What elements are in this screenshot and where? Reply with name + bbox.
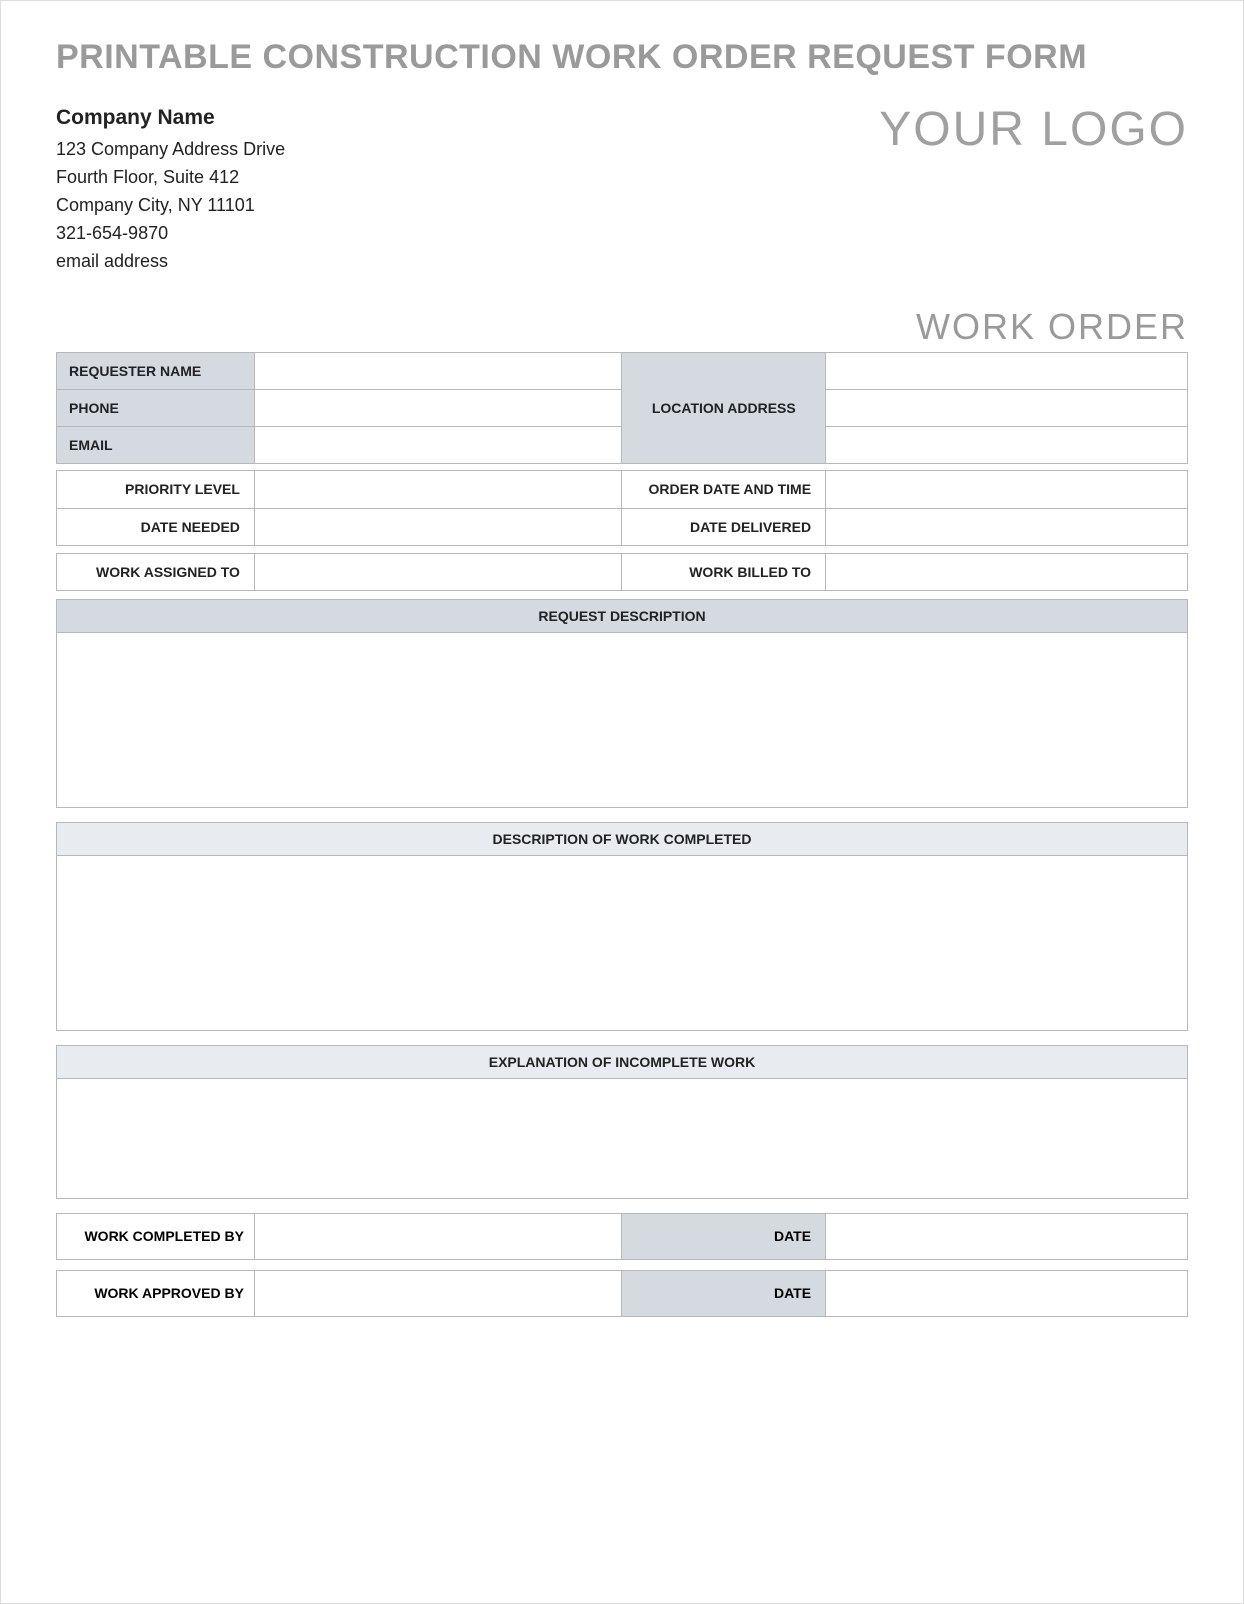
input-requester-name[interactable] <box>254 352 622 389</box>
label-work-completed-by: WORK COMPLETED BY <box>57 1213 255 1259</box>
label-order-date-time: ORDER DATE AND TIME <box>622 470 826 508</box>
label-phone: PHONE <box>57 389 255 426</box>
label-work-billed-to: WORK BILLED TO <box>622 553 826 590</box>
company-phone: 321-654-9870 <box>56 220 285 248</box>
header-incomplete-explanation: EXPLANATION OF INCOMPLETE WORK <box>57 1045 1188 1078</box>
input-incomplete-explanation[interactable] <box>57 1078 1188 1198</box>
label-email: EMAIL <box>57 426 255 463</box>
details-table: PRIORITY LEVEL ORDER DATE AND TIME DATE … <box>56 470 1188 591</box>
label-completed-date: DATE <box>622 1213 826 1259</box>
work-order-heading: WORK ORDER <box>56 306 1188 348</box>
header-row: Company Name 123 Company Address Drive F… <box>56 102 1188 276</box>
work-order-form-page: PRINTABLE CONSTRUCTION WORK ORDER REQUES… <box>0 0 1244 1604</box>
logo-block: YOUR LOGO <box>879 102 1188 157</box>
input-work-billed-to[interactable] <box>826 553 1188 590</box>
input-work-completed-by[interactable] <box>254 1213 622 1259</box>
label-requester-name: REQUESTER NAME <box>57 352 255 389</box>
input-date-needed[interactable] <box>254 508 622 545</box>
input-email[interactable] <box>254 426 622 463</box>
incomplete-work-section: EXPLANATION OF INCOMPLETE WORK <box>56 1045 1188 1199</box>
logo-placeholder: YOUR LOGO <box>879 102 1188 157</box>
company-name: Company Name <box>56 102 285 135</box>
input-work-completed-desc[interactable] <box>57 855 1188 1030</box>
input-location-address-2[interactable] <box>826 389 1188 426</box>
input-location-address-1[interactable] <box>826 352 1188 389</box>
label-priority-level: PRIORITY LEVEL <box>57 470 255 508</box>
input-request-description[interactable] <box>57 632 1188 807</box>
input-priority-level[interactable] <box>254 470 622 508</box>
requester-table: REQUESTER NAME LOCATION ADDRESS PHONE EM… <box>56 352 1188 464</box>
company-address-line1: 123 Company Address Drive <box>56 136 285 164</box>
input-work-approved-date[interactable] <box>826 1270 1188 1316</box>
label-work-approved-by: WORK APPROVED BY <box>57 1270 255 1316</box>
form-title: PRINTABLE CONSTRUCTION WORK ORDER REQUES… <box>56 37 1188 78</box>
input-work-approved-by[interactable] <box>254 1270 622 1316</box>
signoff-completed-table: WORK COMPLETED BY DATE <box>56 1213 1188 1260</box>
header-work-completed-desc: DESCRIPTION OF WORK COMPLETED <box>57 822 1188 855</box>
label-location-address: LOCATION ADDRESS <box>622 352 826 463</box>
company-address-line2: Fourth Floor, Suite 412 <box>56 164 285 192</box>
input-date-delivered[interactable] <box>826 508 1188 545</box>
label-date-delivered: DATE DELIVERED <box>622 508 826 545</box>
label-date-needed: DATE NEEDED <box>57 508 255 545</box>
input-location-address-3[interactable] <box>826 426 1188 463</box>
input-order-date-time[interactable] <box>826 470 1188 508</box>
company-email: email address <box>56 248 285 276</box>
input-phone[interactable] <box>254 389 622 426</box>
header-request-description: REQUEST DESCRIPTION <box>57 599 1188 632</box>
signoff-approved-table: WORK APPROVED BY DATE <box>56 1270 1188 1317</box>
label-work-assigned-to: WORK ASSIGNED TO <box>57 553 255 590</box>
company-city-line: Company City, NY 11101 <box>56 192 285 220</box>
company-info-block: Company Name 123 Company Address Drive F… <box>56 102 285 276</box>
input-work-completed-date[interactable] <box>826 1213 1188 1259</box>
request-description-section: REQUEST DESCRIPTION <box>56 599 1188 808</box>
work-completed-section: DESCRIPTION OF WORK COMPLETED <box>56 822 1188 1031</box>
input-work-assigned-to[interactable] <box>254 553 622 590</box>
label-approved-date: DATE <box>622 1270 826 1316</box>
